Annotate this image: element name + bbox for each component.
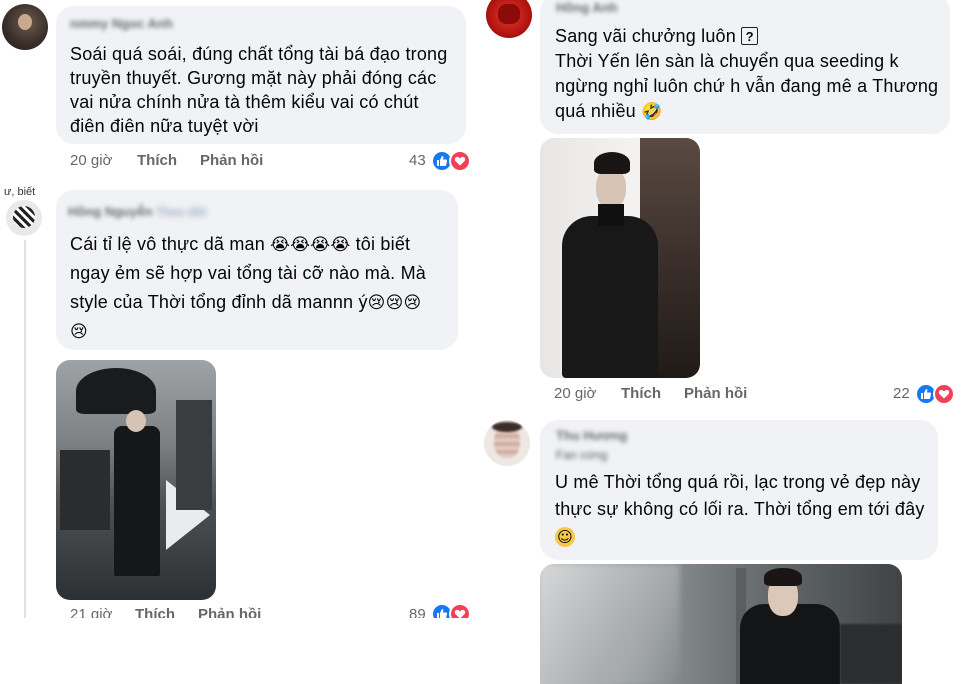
- love-reaction-icon[interactable]: [449, 150, 471, 172]
- comment-text: Cái tỉ lệ vô thực dã man 😭😭😭😭 tôi biết n…: [70, 232, 460, 348]
- comment-text: U mê Thời tổng quá rồi, lạc trong vẻ đẹp…: [555, 470, 940, 551]
- comment-time[interactable]: 20 giờ: [554, 385, 596, 402]
- like-button[interactable]: Thích: [621, 385, 661, 402]
- comment-bubble: Thu Hương Fan cứng U mê Thời tổng quá rồ…: [540, 420, 938, 560]
- question-box-emoji: ?: [741, 27, 759, 45]
- reaction-count[interactable]: 22: [893, 385, 910, 402]
- comment-photo[interactable]: [540, 138, 700, 378]
- comment-author[interactable]: Hồng Nguyễn Theo dõi: [68, 204, 206, 219]
- text-line: quá nhiều 🤣: [555, 99, 950, 124]
- crying-emoji: 😭😭😭😭: [270, 235, 351, 255]
- text-span: Cái tỉ lệ vô thực dã man: [70, 234, 271, 254]
- comment-author[interactable]: Hồng Anh: [556, 0, 618, 15]
- avatar[interactable]: [484, 420, 530, 466]
- love-reaction-icon[interactable]: [933, 383, 955, 405]
- like-label: Thích: [621, 385, 661, 402]
- text-line: U mê Thời tổng quá rồi, lạc trong vẻ đẹp…: [555, 470, 940, 497]
- comment-text: Sang vãi chưởng luôn ? Thời Yến lên sàn …: [555, 24, 950, 124]
- smiling-emoji: ☺: [555, 527, 575, 547]
- comment-photo[interactable]: [56, 360, 216, 600]
- text-span: style của Thời tổng đỉnh dã mannn ý: [70, 292, 368, 312]
- crop-cover: [0, 618, 480, 675]
- thread-line: [24, 240, 26, 618]
- comment-bubble: nmmy Ngoc Anh Soái quá soái, đúng chất t…: [56, 6, 466, 144]
- follow-label[interactable]: Theo dõi: [156, 205, 206, 219]
- reaction-count[interactable]: 43: [409, 152, 426, 169]
- rofl-emoji: 🤣: [641, 102, 663, 122]
- text-span: U mê Thời tổng quá rồi, lạc trong vẻ đẹp…: [555, 472, 921, 492]
- reply-button[interactable]: Phản hồi: [200, 152, 263, 169]
- comment-bubble: Hồng Anh Sang vãi chưởng luôn ? Thời Yến…: [540, 0, 950, 134]
- comment-photo[interactable]: [540, 564, 902, 684]
- text-line: style của Thời tổng đỉnh dã mannn ý😢😢😢: [70, 290, 460, 319]
- text-line: ngừng nghỉ luôn chứ h vẫn đang mê a Thươ…: [555, 74, 950, 99]
- text-span: ngừng nghỉ luôn chứ h vẫn đang mê a Thươ…: [555, 76, 939, 96]
- text-span: Thời Yến lên sàn là chuyển qua seeding k: [555, 51, 899, 71]
- text-line: Cái tỉ lệ vô thực dã man 😭😭😭😭 tôi biết: [70, 232, 460, 261]
- text-span: ngay ẻm sẽ hợp vai tổng tài cỡ nào mà. M…: [70, 263, 426, 283]
- text-span: tôi biết: [350, 234, 411, 254]
- text-line: Thời Yến lên sàn là chuyển qua seeding k: [555, 49, 950, 74]
- text-span: Sang vãi chưởng luôn: [555, 26, 742, 46]
- comment-text: Soái quá soái, đúng chất tổng tài bá đạo…: [70, 44, 448, 136]
- like-button[interactable]: Thích: [137, 152, 177, 169]
- sad-emoji: 😢😢😢: [367, 293, 422, 313]
- comment-bubble: Hồng Nguyễn Theo dõi Cái tỉ lệ vô thực d…: [56, 190, 458, 350]
- avatar[interactable]: [486, 0, 532, 38]
- reply-button[interactable]: Phản hồi: [684, 385, 747, 402]
- reply-label: Phản hồi: [200, 152, 264, 169]
- reply-label: Phản hồi: [684, 385, 748, 402]
- text-line: thực sự không có lối ra. Thời tổng em tớ…: [555, 497, 940, 524]
- text-line: 😢: [70, 319, 460, 348]
- author-name: Hồng Nguyễn: [68, 204, 153, 219]
- avatar[interactable]: [6, 200, 42, 236]
- text-line: ngay ẻm sẽ hợp vai tổng tài cỡ nào mà. M…: [70, 261, 460, 290]
- text-line: ☺: [555, 524, 940, 551]
- sad-emoji: 😢: [70, 322, 88, 342]
- like-label: Thích: [137, 152, 177, 169]
- author-badge: Fan cứng: [556, 448, 608, 462]
- comment-author[interactable]: Thu Hương: [556, 428, 627, 443]
- text-span: thực sự không có lối ra. Thời tổng em tớ…: [555, 499, 925, 519]
- comment-author[interactable]: nmmy Ngoc Anh: [70, 16, 173, 31]
- text-line: Sang vãi chưởng luôn ?: [555, 24, 950, 49]
- comment-time[interactable]: 20 giờ: [70, 152, 112, 169]
- avatar[interactable]: [2, 4, 48, 50]
- text-span: quá nhiều: [555, 101, 642, 121]
- avatar-caption: ư, biết: [4, 186, 36, 198]
